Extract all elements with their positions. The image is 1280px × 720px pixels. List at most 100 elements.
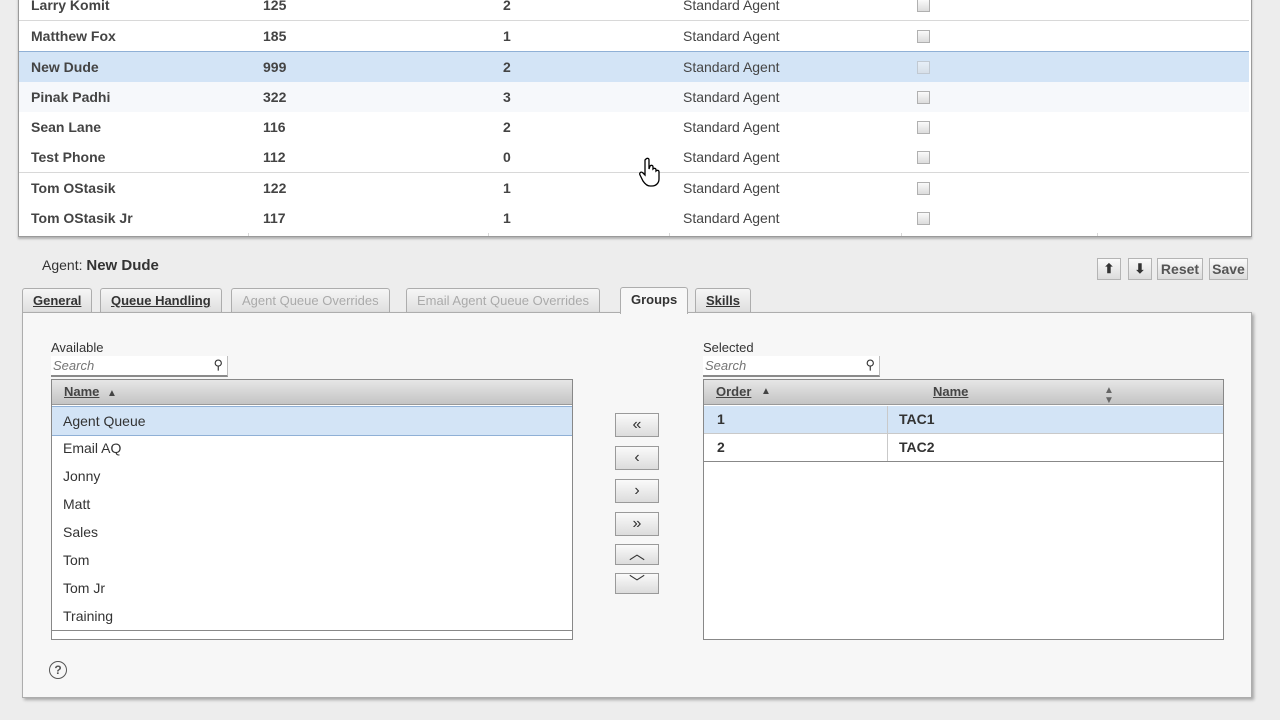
reset-button[interactable]: Reset [1157,258,1203,280]
agents-table: Larry Komit 125 2 Standard Agent Matthew… [18,0,1252,237]
list-item[interactable]: Tom [52,546,572,575]
list-item-label: Email AQ [63,440,122,456]
search-icon[interactable]: ⚲ [213,357,223,373]
help-icon[interactable]: ? [49,661,67,679]
agent-type: Standard Agent [683,89,780,105]
move-down-icon: ﹀ [628,575,645,592]
agent-extension: 117 [263,210,286,226]
move-all-right-button[interactable]: » [615,512,659,536]
list-item[interactable]: Sales [52,518,572,547]
agent-type: Standard Agent [683,28,780,44]
agent-checkbox[interactable] [917,112,930,142]
agent-count: 2 [503,0,511,13]
list-item[interactable]: Matt [52,490,572,519]
list-bottom-divider [52,630,572,631]
move-up-icon: ︿ [628,546,645,563]
available-search-input[interactable] [51,356,203,375]
table-row[interactable]: Larry Komit 125 2 Standard Agent [19,0,1249,21]
move-item-up-button[interactable]: ︿ [615,544,659,565]
move-down-button[interactable]: ⬇ [1128,258,1152,280]
tab-agent-queue-overrides: Agent Queue Overrides [231,288,390,313]
table-row[interactable]: 2 TAC2 [704,434,1223,462]
agent-count: 2 [503,59,511,75]
table-row[interactable]: Sean Lane 116 2 Standard Agent [19,112,1249,143]
agent-extension: 322 [263,89,287,105]
list-item-label: Matt [63,496,91,512]
move-item-down-button[interactable]: ﹀ [615,573,659,594]
table-row[interactable]: Tom OStasik Jr 117 1 Standard Agent [19,203,1249,233]
table-row[interactable]: Tom OStasik 122 1 Standard Agent [19,173,1249,204]
tab-general[interactable]: General [22,288,93,313]
selected-table-header: Order ▲ Name ▲ ▼ [704,380,1223,406]
available-search[interactable]: ⚲ [51,356,228,377]
agent-checkbox[interactable] [917,82,930,112]
agent-type: Standard Agent [683,0,780,13]
list-item[interactable]: Email AQ [52,434,572,463]
available-name-header[interactable]: Name ▲ [52,380,572,405]
agent-name-title: New Dude [86,257,159,274]
tab-groups[interactable]: Groups [620,287,689,314]
agent-name: New Dude [31,59,99,75]
table-row[interactable]: Pinak Padhi 322 3 Standard Agent [19,82,1249,113]
sort-asc-icon: ▲ [761,386,771,397]
name-cell: TAC2 [899,439,935,455]
table-row-selected[interactable]: 1 TAC1 [704,406,1223,434]
sort-toggle-icon[interactable]: ▲ ▼ [1104,386,1114,406]
hand-cursor-icon [639,157,663,190]
agent-checkbox[interactable] [917,173,930,203]
agent-checkbox[interactable] [917,203,930,233]
list-item[interactable]: Tom Jr [52,574,572,603]
available-list[interactable]: Name ▲ Agent Queue Email AQ Jonny Matt S… [51,379,573,640]
order-column-header[interactable]: Order [716,380,751,404]
agent-extension: 122 [263,180,287,196]
move-left-button[interactable]: ‹ [615,446,659,470]
save-button[interactable]: Save [1209,258,1248,280]
agent-name: Test Phone [31,149,106,165]
move-right-button[interactable]: › [615,479,659,503]
agent-name: Sean Lane [31,119,102,135]
list-item-selected[interactable]: Agent Queue [52,406,572,436]
selected-table[interactable]: Order ▲ Name ▲ ▼ 1 TAC1 2 TAC2 [703,379,1224,640]
name-column-header[interactable]: Name [933,380,968,404]
agent-count: 1 [503,210,511,226]
agent-checkbox[interactable] [917,0,930,20]
agent-type: Standard Agent [683,210,780,226]
search-icon[interactable]: ⚲ [865,357,875,373]
tab-email-agent-queue-overrides: Email Agent Queue Overrides [406,288,600,313]
move-up-button[interactable]: ⬆ [1097,258,1121,280]
available-label: Available [51,340,104,355]
agent-extension: 112 [263,149,286,165]
move-right-icon: › [634,482,640,499]
list-item[interactable]: Jonny [52,462,572,491]
move-all-left-button[interactable]: « [615,413,659,437]
tab-skills[interactable]: Skills [695,288,751,313]
list-item[interactable]: Training [52,602,572,631]
tab-queue-handling[interactable]: Queue Handling [100,288,222,313]
table-row-selected[interactable]: New Dude 999 2 Standard Agent [19,51,1249,83]
agent-checkbox[interactable] [917,52,930,82]
table-row[interactable]: Matthew Fox 185 1 Standard Agent [19,21,1249,52]
selected-search[interactable]: ⚲ [703,356,880,377]
agent-name: Pinak Padhi [31,89,111,105]
agent-extension: 185 [263,28,287,44]
groups-panel: Available ⚲ Name ▲ Agent Queue Email AQ … [22,312,1252,698]
selected-search-input[interactable] [703,356,855,375]
column-divider [887,434,888,461]
agent-checkbox[interactable] [917,142,930,172]
arrow-up-icon: ⬆ [1103,261,1115,276]
order-cell: 2 [717,439,725,455]
list-item-label: Tom [63,552,90,568]
order-cell: 1 [717,411,725,427]
agent-count: 2 [503,119,511,135]
table-row[interactable]: Test Phone 112 0 Standard Agent [19,142,1249,173]
name-column-label: Name [64,384,100,399]
agent-name: Matthew Fox [31,28,116,44]
agent-label-prefix: Agent: [42,257,83,273]
name-cell: TAC1 [899,411,935,427]
agent-checkbox[interactable] [917,21,930,51]
agent-name: Tom OStasik Jr [31,210,133,226]
agent-count: 0 [503,149,511,165]
list-item-label: Sales [63,524,99,540]
sort-asc-icon: ▲ [107,388,117,399]
agent-count: 1 [503,180,511,196]
